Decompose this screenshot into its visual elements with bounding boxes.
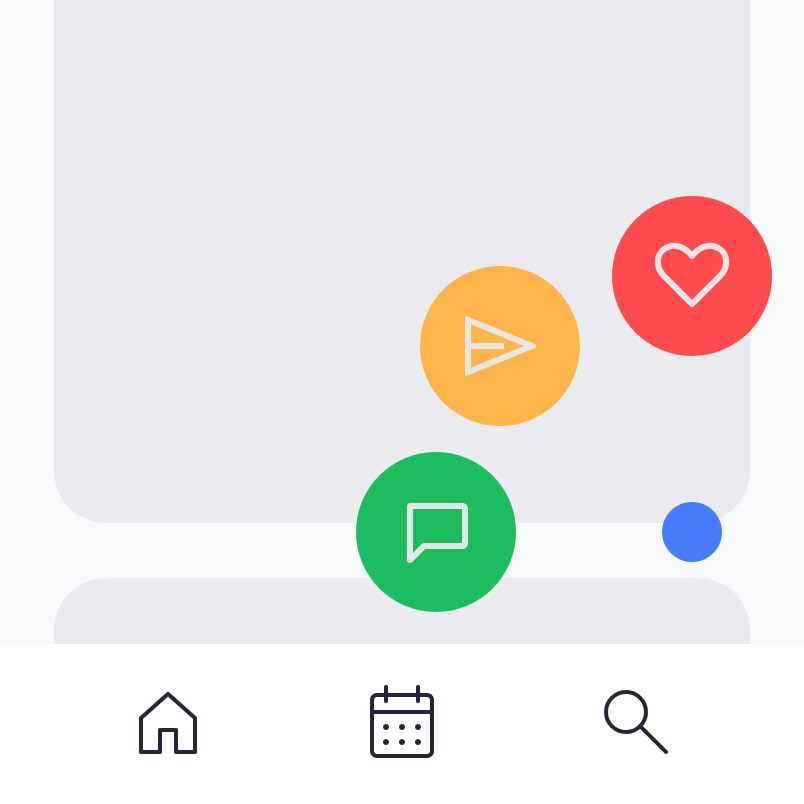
calendar-icon — [369, 684, 435, 764]
home-icon — [138, 690, 198, 759]
comment-icon — [404, 501, 468, 563]
bottom-navigation — [0, 644, 804, 804]
send-icon — [464, 316, 536, 376]
nav-search[interactable] — [596, 684, 676, 764]
send-button[interactable] — [420, 266, 580, 426]
nav-home[interactable] — [128, 684, 208, 764]
heart-icon — [654, 242, 730, 310]
fab-menu-toggle[interactable] — [662, 502, 722, 562]
app-screen — [0, 0, 804, 804]
nav-calendar[interactable] — [362, 684, 442, 764]
comment-button[interactable] — [356, 452, 516, 612]
like-button[interactable] — [612, 196, 772, 356]
search-icon — [602, 688, 670, 761]
